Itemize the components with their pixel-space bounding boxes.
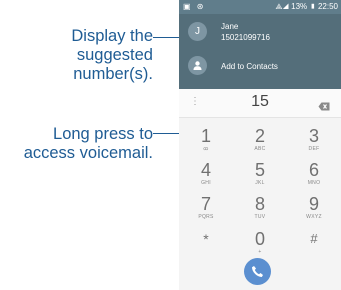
status-notification-icons: ▣ ⊛: [183, 2, 206, 11]
key-7[interactable]: 7 PQRS: [179, 194, 233, 220]
key-letters: PQRS: [198, 214, 214, 220]
key-0[interactable]: 0 +: [233, 229, 287, 255]
key-digit: 2: [254, 126, 265, 146]
add-to-contacts-button[interactable]: Add to Contacts: [221, 62, 278, 71]
key-letters: GHI: [201, 180, 211, 186]
key-1[interactable]: 1ꝏ: [179, 126, 233, 152]
add-person-icon[interactable]: [188, 56, 207, 75]
key-digit: 1: [200, 126, 211, 146]
key-4[interactable]: 4 GHI: [179, 160, 233, 186]
voicemail-icon: ꝏ: [203, 146, 209, 152]
key-3[interactable]: 3 DEF: [287, 126, 341, 152]
key-digit: 6: [308, 160, 319, 180]
key-digit: 8: [254, 194, 265, 214]
key-9[interactable]: 9 WXYZ: [287, 194, 341, 220]
key-letters: MNO: [307, 180, 321, 186]
call-button[interactable]: [244, 258, 271, 285]
key-letters: TUV: [254, 214, 266, 220]
callout-suggested-numbers: Display the suggested number(s).: [71, 27, 153, 83]
key-2[interactable]: 2 ABC: [233, 126, 287, 152]
key-5[interactable]: 5 JKL: [233, 160, 287, 186]
key-digit: 4: [200, 160, 211, 180]
key-letters: +: [258, 249, 262, 255]
key-digit: 3: [308, 126, 319, 146]
key-digit: *: [203, 231, 209, 247]
avatar[interactable]: J: [188, 22, 207, 41]
key-letters: DEF: [308, 146, 320, 152]
key-8[interactable]: 8 TUV: [233, 194, 287, 220]
key-6[interactable]: 6 MNO: [287, 160, 341, 186]
key-digit: 0: [254, 229, 265, 249]
key-digit: 5: [254, 160, 265, 180]
key-letters: JKL: [255, 180, 265, 186]
status-system-info: ⟁◢ 13% ▮ 22:50: [275, 2, 338, 11]
suggested-contact-number[interactable]: 15021099716: [221, 33, 270, 42]
key-star[interactable]: *: [179, 229, 233, 249]
phone-screen: ▣ ⊛ ⟁◢ 13% ▮ 22:50 J Jane 15021099716 Ad…: [179, 0, 341, 290]
key-digit: #: [310, 231, 318, 246]
key-letters: WXYZ: [306, 214, 322, 220]
key-hash[interactable]: #: [287, 229, 341, 249]
typed-number-display[interactable]: 15: [179, 93, 341, 111]
key-digit: 9: [308, 194, 319, 214]
key-letters: ABC: [254, 146, 266, 152]
callout-voicemail: Long press to access voicemail.: [23, 125, 153, 162]
suggestion-panel: J Jane 15021099716 Add to Contacts: [179, 14, 341, 89]
number-entry-bar: ⋮ 15: [179, 89, 341, 118]
status-bar: ▣ ⊛ ⟁◢ 13% ▮ 22:50: [179, 0, 341, 14]
suggested-contact-name[interactable]: Jane: [221, 22, 238, 31]
key-digit: 7: [200, 194, 211, 214]
backspace-icon[interactable]: [318, 98, 330, 116]
phone-icon: [252, 266, 263, 277]
